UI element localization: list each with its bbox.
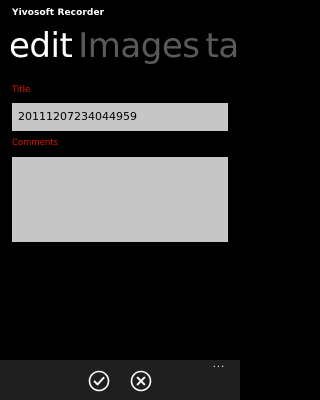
app-window: Yivosoft Recorder editImagestasks Title … [0, 0, 240, 400]
save-button[interactable] [88, 370, 110, 392]
title-label: Title [12, 85, 31, 95]
appbar-more-button[interactable]: ... [208, 360, 230, 374]
close-icon [130, 370, 152, 392]
cancel-button[interactable] [130, 370, 152, 392]
application-bar: ... [0, 360, 240, 400]
app-title: Yivosoft Recorder [12, 8, 105, 18]
pivot-item-tasks[interactable]: tasks [205, 26, 240, 66]
pivot-header: editImagestasks [9, 22, 240, 70]
pivot-item-images[interactable]: Images [78, 26, 200, 66]
title-input[interactable]: 20111207234044959 [12, 103, 228, 131]
comments-label: Comments [12, 138, 59, 148]
pivot-item-edit[interactable]: edit [9, 26, 73, 66]
comments-input[interactable] [12, 157, 228, 242]
check-icon [88, 370, 110, 392]
